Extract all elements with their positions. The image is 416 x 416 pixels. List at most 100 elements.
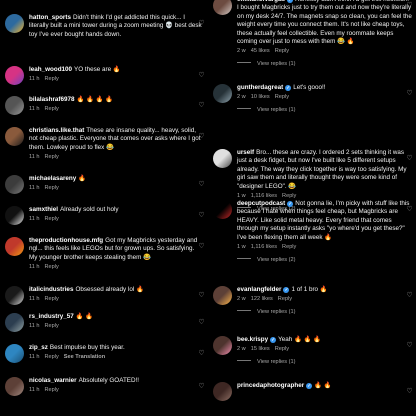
comment-meta: 2 w 122 likes Reply [237, 296, 412, 303]
heart-icon[interactable]: ♡ [406, 90, 413, 97]
avatar[interactable] [213, 336, 232, 355]
reply-button[interactable]: Reply [275, 94, 289, 100]
view-replies-label[interactable]: View replies (2) [257, 257, 295, 263]
view-replies-button[interactable]: View replies (1) [237, 309, 412, 316]
heart-icon[interactable]: ♡ [198, 102, 205, 109]
comment-text: deepcutpodcast ✓ Not gonna lie, I'm picky … [237, 200, 412, 242]
reply-button[interactable]: Reply [44, 354, 58, 360]
comment-username[interactable]: christians.like.that [29, 127, 84, 134]
comment-meta: 2 w 45 likes Reply [237, 48, 412, 55]
view-replies-label[interactable]: View replies (1) [257, 107, 295, 113]
heart-icon[interactable]: ♡ [198, 181, 205, 188]
comment-username[interactable]: deepcutpodcast [237, 200, 285, 207]
verified-badge-icon: ✓ [270, 337, 277, 343]
comment-likes[interactable]: 122 likes [251, 296, 273, 302]
comment-likes[interactable]: 10 likes [251, 94, 270, 100]
avatar[interactable] [213, 0, 232, 15]
comment-username[interactable]: leah_wood100 [29, 66, 72, 73]
avatar[interactable] [5, 206, 24, 225]
avatar[interactable] [213, 382, 232, 401]
avatar[interactable] [5, 66, 24, 85]
avatar[interactable] [213, 286, 232, 305]
comment-message: 🔥 [78, 175, 87, 182]
view-replies-label[interactable]: View replies (1) [257, 359, 295, 365]
comment-age: 2 w [237, 296, 246, 303]
heart-icon[interactable]: ♡ [406, 2, 413, 9]
heart-icon[interactable]: ♡ [198, 243, 205, 250]
reply-button[interactable]: Reply [275, 346, 289, 352]
reply-button[interactable]: Reply [275, 48, 289, 54]
reply-button[interactable]: Reply [44, 185, 58, 191]
view-replies-button[interactable]: View replies (2) [237, 257, 412, 264]
avatar[interactable] [213, 84, 232, 103]
replies-divider [237, 258, 251, 260]
avatar[interactable] [5, 96, 24, 115]
avatar[interactable] [5, 286, 24, 305]
reply-button[interactable]: Reply [44, 154, 58, 160]
comment-username[interactable]: bilalashraf6978 [29, 96, 75, 103]
reply-button[interactable]: Reply [44, 264, 58, 270]
verified-badge-icon: ✓ [306, 383, 313, 389]
comment-username[interactable]: emilianofvargas [237, 0, 285, 3]
comment-username[interactable]: rs_industry_57 [29, 313, 74, 320]
verified-badge-icon: ✓ [285, 85, 292, 91]
comment-meta: 11 h Reply [29, 296, 204, 303]
comment-username[interactable]: theproductionhouse.mfg [29, 237, 103, 244]
view-replies-label[interactable]: View replies (1) [257, 61, 295, 67]
avatar[interactable] [213, 149, 232, 168]
heart-icon[interactable]: ♡ [198, 319, 205, 326]
heart-icon[interactable]: ♡ [198, 383, 205, 390]
comment-likes[interactable]: 15 likes [251, 346, 270, 352]
comment-age: 11 h [29, 354, 40, 361]
comment-username[interactable]: samxthiel [29, 206, 58, 213]
heart-icon[interactable]: ♡ [198, 292, 205, 299]
comment-username[interactable]: bee.krispy [237, 336, 268, 343]
comment-message: Yeah 🔥 🔥 🔥 [278, 336, 322, 343]
reply-button[interactable]: Reply [44, 323, 58, 329]
heart-icon[interactable]: ♡ [406, 155, 413, 162]
reply-button[interactable]: Reply [282, 244, 296, 250]
comment-username[interactable]: guntherdagreat [237, 84, 283, 91]
comment-username[interactable]: princedaphotographer [237, 382, 304, 389]
heart-icon[interactable]: ♡ [406, 292, 413, 299]
avatar[interactable] [5, 313, 24, 332]
reply-button[interactable]: Reply [44, 296, 58, 302]
comment-likes[interactable]: 1,116 likes [251, 244, 277, 250]
reply-button[interactable]: Reply [282, 193, 296, 199]
avatar[interactable] [5, 344, 24, 363]
avatar[interactable] [213, 200, 232, 219]
reply-button[interactable]: Reply [44, 76, 58, 82]
see-translation-button[interactable]: See Translation [64, 354, 105, 360]
avatar[interactable] [5, 127, 24, 146]
heart-icon[interactable]: ♡ [406, 342, 413, 349]
comment-username[interactable]: urself [237, 149, 254, 156]
avatar[interactable] [5, 377, 24, 396]
view-replies-button[interactable]: View replies (1) [237, 107, 412, 114]
comment-likes[interactable]: 45 likes [251, 48, 270, 54]
reply-button[interactable]: Reply [44, 216, 58, 222]
heart-icon[interactable]: ♡ [406, 388, 413, 395]
comment-likes[interactable]: 1,116 likes [251, 193, 277, 199]
view-replies-button[interactable]: View replies (1) [237, 359, 412, 366]
comment-username[interactable]: nicolas_warnier [29, 377, 77, 384]
reply-button[interactable]: Reply [44, 106, 58, 112]
avatar[interactable] [5, 14, 24, 33]
comment-username[interactable]: zip_sz [29, 344, 48, 351]
view-replies-label[interactable]: View replies (1) [257, 309, 295, 315]
reply-button[interactable]: Reply [44, 387, 58, 393]
heart-icon[interactable]: ♡ [406, 206, 413, 213]
heart-icon[interactable]: ♡ [198, 212, 205, 219]
comment-username[interactable]: michaelasareny [29, 175, 76, 182]
avatar[interactable] [5, 175, 24, 194]
heart-icon[interactable]: ♡ [198, 350, 205, 357]
comments-column-right: emilianofvargas✓Honestly didn't think I'… [208, 0, 416, 416]
comment-username[interactable]: italicindustries [29, 286, 73, 293]
avatar[interactable] [5, 237, 24, 256]
heart-icon[interactable]: ♡ [198, 72, 205, 79]
heart-icon[interactable]: ♡ [198, 20, 205, 27]
comment-username[interactable]: evanlangfelder [237, 286, 281, 293]
comment-username[interactable]: hatton_sports [29, 14, 71, 21]
heart-icon[interactable]: ♡ [198, 133, 205, 140]
view-replies-button[interactable]: View replies (1) [237, 61, 412, 68]
reply-button[interactable]: Reply [278, 296, 292, 302]
